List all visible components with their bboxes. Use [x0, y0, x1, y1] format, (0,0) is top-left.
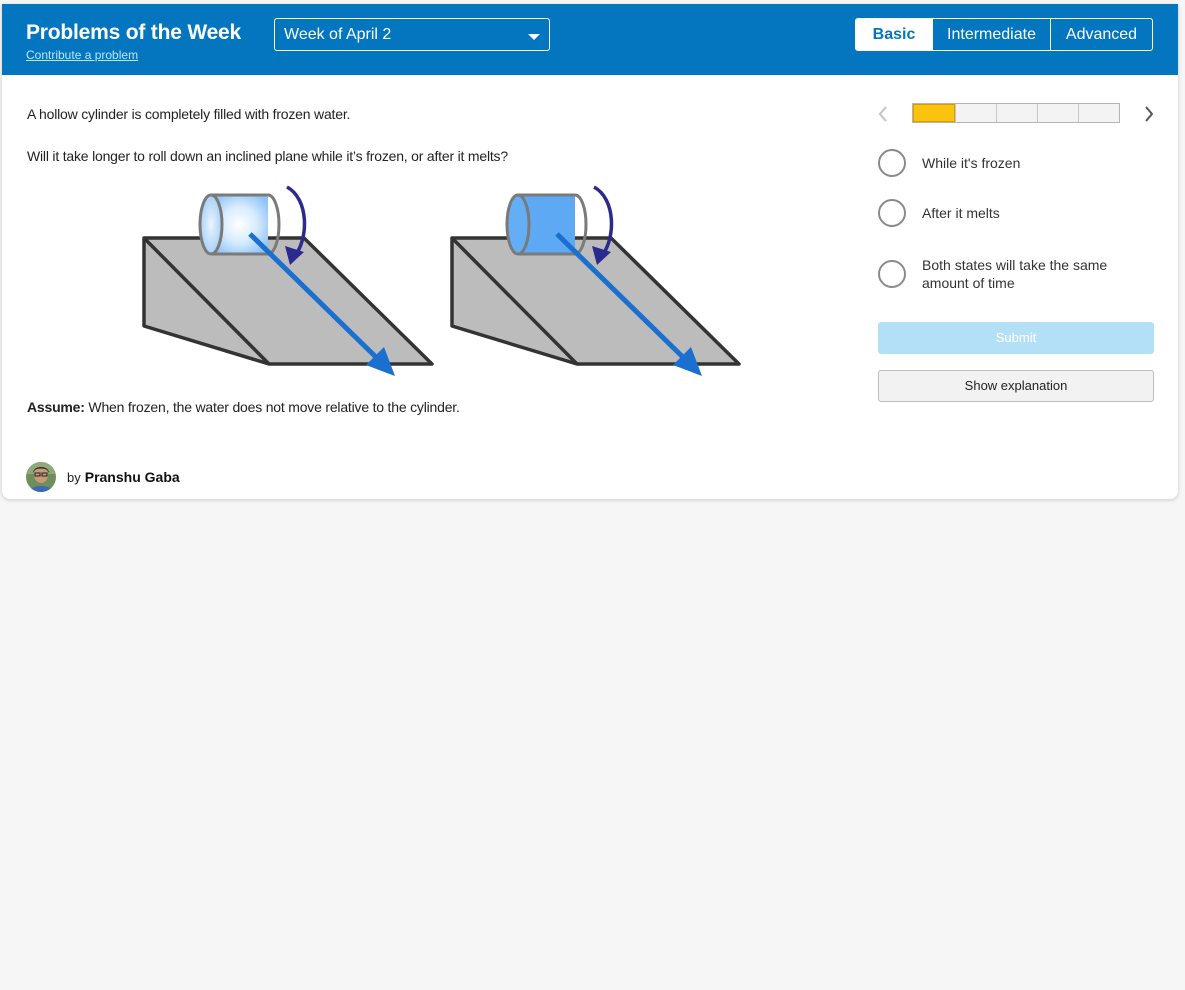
contribute-link[interactable]: Contribute a problem: [26, 48, 138, 62]
level-tabs: Basic Intermediate Advanced: [855, 18, 1153, 51]
problem-figure: [122, 179, 762, 384]
problem-card: Problems of the Week Contribute a proble…: [2, 4, 1178, 499]
option-label: Both states will take the same amount of…: [922, 257, 1108, 291]
option-melted[interactable]: After it melts: [878, 199, 1142, 227]
assumption-text: Assume: When frozen, the water does not …: [27, 399, 460, 415]
option-label: After it melts: [922, 205, 1000, 221]
radio-icon[interactable]: [878, 199, 906, 227]
show-explanation-button[interactable]: Show explanation: [878, 370, 1154, 402]
header-bar: Problems of the Week Contribute a proble…: [2, 4, 1178, 75]
progress-segment[interactable]: [913, 104, 955, 122]
option-frozen[interactable]: While it's frozen: [878, 149, 1142, 177]
submit-button[interactable]: Submit: [878, 322, 1154, 354]
rotation-arrow-frozen: [285, 185, 307, 265]
author-name[interactable]: Pranshu Gaba: [85, 469, 180, 485]
cylinder-frozen: [198, 193, 281, 256]
option-label: While it's frozen: [922, 155, 1021, 171]
chevron-right-icon[interactable]: [1142, 103, 1156, 125]
progress-segment[interactable]: [1078, 104, 1119, 122]
week-select[interactable]: Week of April 2: [274, 18, 550, 51]
tab-advanced[interactable]: Advanced: [1050, 19, 1152, 50]
week-select-value: Week of April 2: [284, 26, 392, 43]
option-same-time[interactable]: Both states will take the same amount of…: [878, 256, 1142, 292]
chevron-down-icon: [528, 34, 540, 40]
cylinder-melted: [505, 193, 588, 256]
chevron-left-icon[interactable]: [876, 103, 890, 125]
progress-segment[interactable]: [955, 104, 996, 122]
author-credit: by Pranshu Gaba: [26, 462, 180, 492]
rotation-arrow-melted: [592, 185, 614, 265]
avatar[interactable]: [26, 462, 56, 492]
radio-icon[interactable]: [878, 149, 906, 177]
tab-intermediate[interactable]: Intermediate: [932, 19, 1050, 50]
problem-question: Will it take longer to roll down an incl…: [27, 148, 508, 164]
progress-bar: [912, 103, 1120, 123]
author-prefix: by: [67, 469, 81, 485]
progress-segment[interactable]: [996, 104, 1037, 122]
assume-body: When frozen, the water does not move rel…: [84, 399, 460, 415]
tab-basic[interactable]: Basic: [856, 19, 932, 50]
radio-icon[interactable]: [878, 260, 906, 288]
progress-segment[interactable]: [1037, 104, 1078, 122]
page-title: Problems of the Week: [26, 21, 242, 44]
assume-label: Assume:: [27, 399, 85, 415]
problem-statement: A hollow cylinder is completely filled w…: [27, 106, 351, 122]
